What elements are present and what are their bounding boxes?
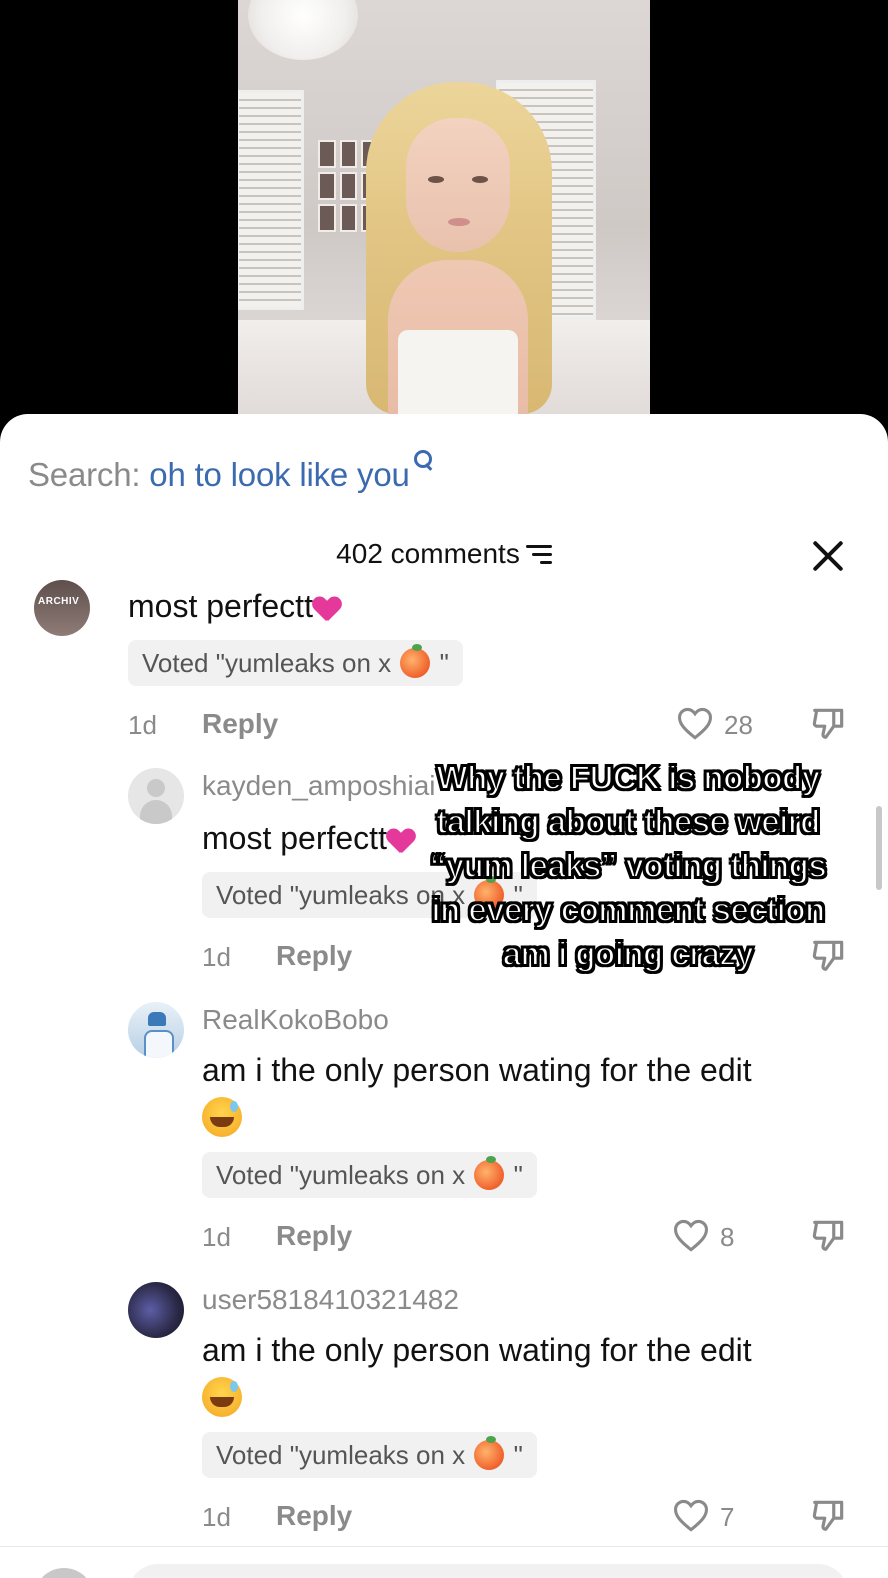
voted-badge[interactable]: Voted "yumleaks on x " [202, 1152, 537, 1198]
comment-time: 1d [202, 942, 231, 972]
divider [0, 1546, 888, 1547]
comment-time: 1d [202, 1502, 231, 1532]
sweat-smile-emoji [202, 1377, 242, 1417]
reply-button[interactable]: Reply [202, 708, 278, 740]
avatar[interactable] [128, 1282, 184, 1338]
heart-icon[interactable] [676, 706, 714, 740]
heart-icon[interactable] [672, 1218, 710, 1252]
like-count: 7 [720, 1502, 735, 1532]
video-frame [238, 0, 650, 414]
voted-badge[interactable]: Voted "yumleaks on x " [128, 640, 463, 686]
peach-emoji [400, 644, 431, 678]
comments-sheet: Search: oh to look like you 402 comments… [0, 414, 888, 1578]
like-count: 28 [724, 710, 753, 740]
comment-text: am i the only person wating for the edit [202, 1046, 842, 1142]
search-label: Search: [28, 456, 141, 493]
person-face [406, 118, 510, 252]
sweat-smile-emoji [202, 1097, 242, 1137]
pink-heart-emoji [313, 597, 341, 623]
reply-button[interactable]: Reply [276, 940, 352, 972]
pink-heart-emoji [387, 829, 415, 855]
lamp-shade [248, 0, 358, 60]
filter-icon[interactable] [525, 545, 552, 565]
window-blinds [238, 90, 304, 310]
dislike-icon[interactable] [810, 1496, 848, 1534]
person-top [398, 330, 518, 414]
comment-text: most perfectt [128, 582, 768, 630]
comments-header: 402 comments [0, 538, 888, 578]
scrollbar[interactable] [876, 806, 882, 890]
peach-emoji [474, 1156, 505, 1190]
add-comment-input[interactable] [128, 1564, 848, 1578]
like-count: 8 [720, 1222, 735, 1252]
search-icon[interactable] [413, 450, 434, 472]
voted-badge[interactable]: Voted "yumleaks on x " [202, 1432, 537, 1478]
comment-time: 1d [202, 1222, 231, 1252]
video-player[interactable] [0, 0, 888, 430]
search-query[interactable]: oh to look like you [149, 456, 410, 493]
close-icon[interactable] [812, 540, 844, 572]
dislike-icon[interactable] [810, 704, 848, 742]
reply-button[interactable]: Reply [276, 1500, 352, 1532]
heart-icon[interactable] [672, 1498, 710, 1532]
avatar[interactable]: ARCHIV [34, 580, 90, 636]
avatar[interactable] [128, 768, 184, 824]
comment-text: am i the only person wating for the edit [202, 1326, 842, 1422]
comment-time: 1d [128, 710, 157, 740]
peach-emoji [474, 1436, 505, 1470]
username[interactable]: kayden_amposhiai [202, 770, 436, 802]
comment-count: 402 comments [336, 538, 520, 569]
dislike-icon[interactable] [810, 1216, 848, 1254]
username[interactable]: user5818410321482 [202, 1284, 459, 1316]
avatar-text: ARCHIV [38, 596, 80, 607]
avatar[interactable] [128, 1002, 184, 1058]
reply-button[interactable]: Reply [276, 1220, 352, 1252]
overlay-caption: Why the FUCK is nobody talking about the… [429, 758, 828, 973]
related-search[interactable]: Search: oh to look like you [28, 450, 434, 494]
username[interactable]: RealKokoBobo [202, 1004, 389, 1036]
